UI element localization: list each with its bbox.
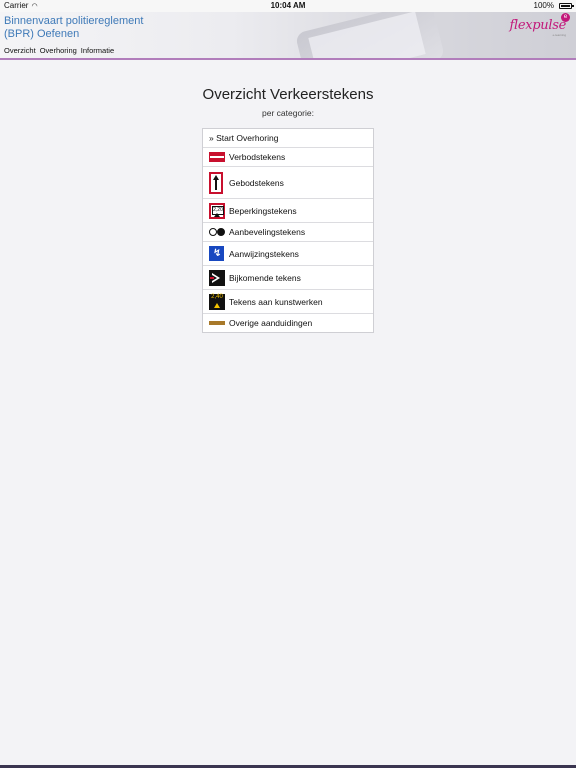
list-item-beperkingstekens[interactable]: 2,20 Beperkingstekens: [203, 199, 373, 223]
flexpulse-logo: flexpulse e e-learning: [509, 13, 570, 39]
battery-percentage: 100%: [533, 1, 554, 10]
nav-item-informatie[interactable]: Informatie: [81, 44, 114, 58]
list-item-gebodstekens[interactable]: Gebodstekens: [203, 167, 373, 199]
list-item-aanbevelingstekens[interactable]: Aanbevelingstekens: [203, 223, 373, 242]
restriction-sign-icon: 2,20: [209, 202, 225, 219]
list-item-verbodstekens[interactable]: Verbodstekens: [203, 148, 373, 167]
category-list: » Start Overhoring Verbodstekens Gebodst…: [202, 128, 374, 333]
page-title: Overzicht Verkeerstekens: [202, 86, 374, 103]
nav-divider: [0, 58, 576, 60]
battery-icon: [559, 3, 574, 9]
list-item-bijkomende-tekens[interactable]: Bijkomende tekens: [203, 266, 373, 290]
structure-sign-icon: 2,40: [209, 293, 225, 310]
mandatory-arrow-sign-icon: [209, 171, 223, 194]
supplementary-sign-icon: [209, 269, 225, 286]
prohibition-sign-icon: [209, 152, 225, 162]
clock: 10:04 AM: [270, 1, 306, 10]
list-item-tekens-aan-kunstwerken[interactable]: 2,40 Tekens aan kunstwerken: [203, 290, 373, 314]
logo-badge-icon: e: [561, 13, 570, 22]
list-item-overige-aanduidingen[interactable]: Overige aanduidingen: [203, 314, 373, 332]
nav-item-overhoring[interactable]: Overhoring: [40, 44, 77, 58]
app-title: Binnenvaart politiereglement (BPR) Oefen…: [4, 15, 144, 40]
other-marking-icon: [209, 321, 225, 325]
recommendation-lights-icon: [209, 228, 225, 236]
page-subtitle: per categorie:: [262, 108, 314, 118]
status-bar: Carrier ◠ 10:04 AM 100%: [0, 0, 576, 12]
list-item-aanwijzingstekens[interactable]: ↯ Aanwijzingstekens: [203, 242, 373, 266]
top-nav: Overzicht Overhoring Informatie: [0, 44, 114, 58]
list-item-start-overhoring[interactable]: » Start Overhoring: [203, 129, 373, 148]
indication-sign-icon: ↯: [209, 246, 224, 261]
nav-item-overzicht[interactable]: Overzicht: [4, 44, 36, 58]
